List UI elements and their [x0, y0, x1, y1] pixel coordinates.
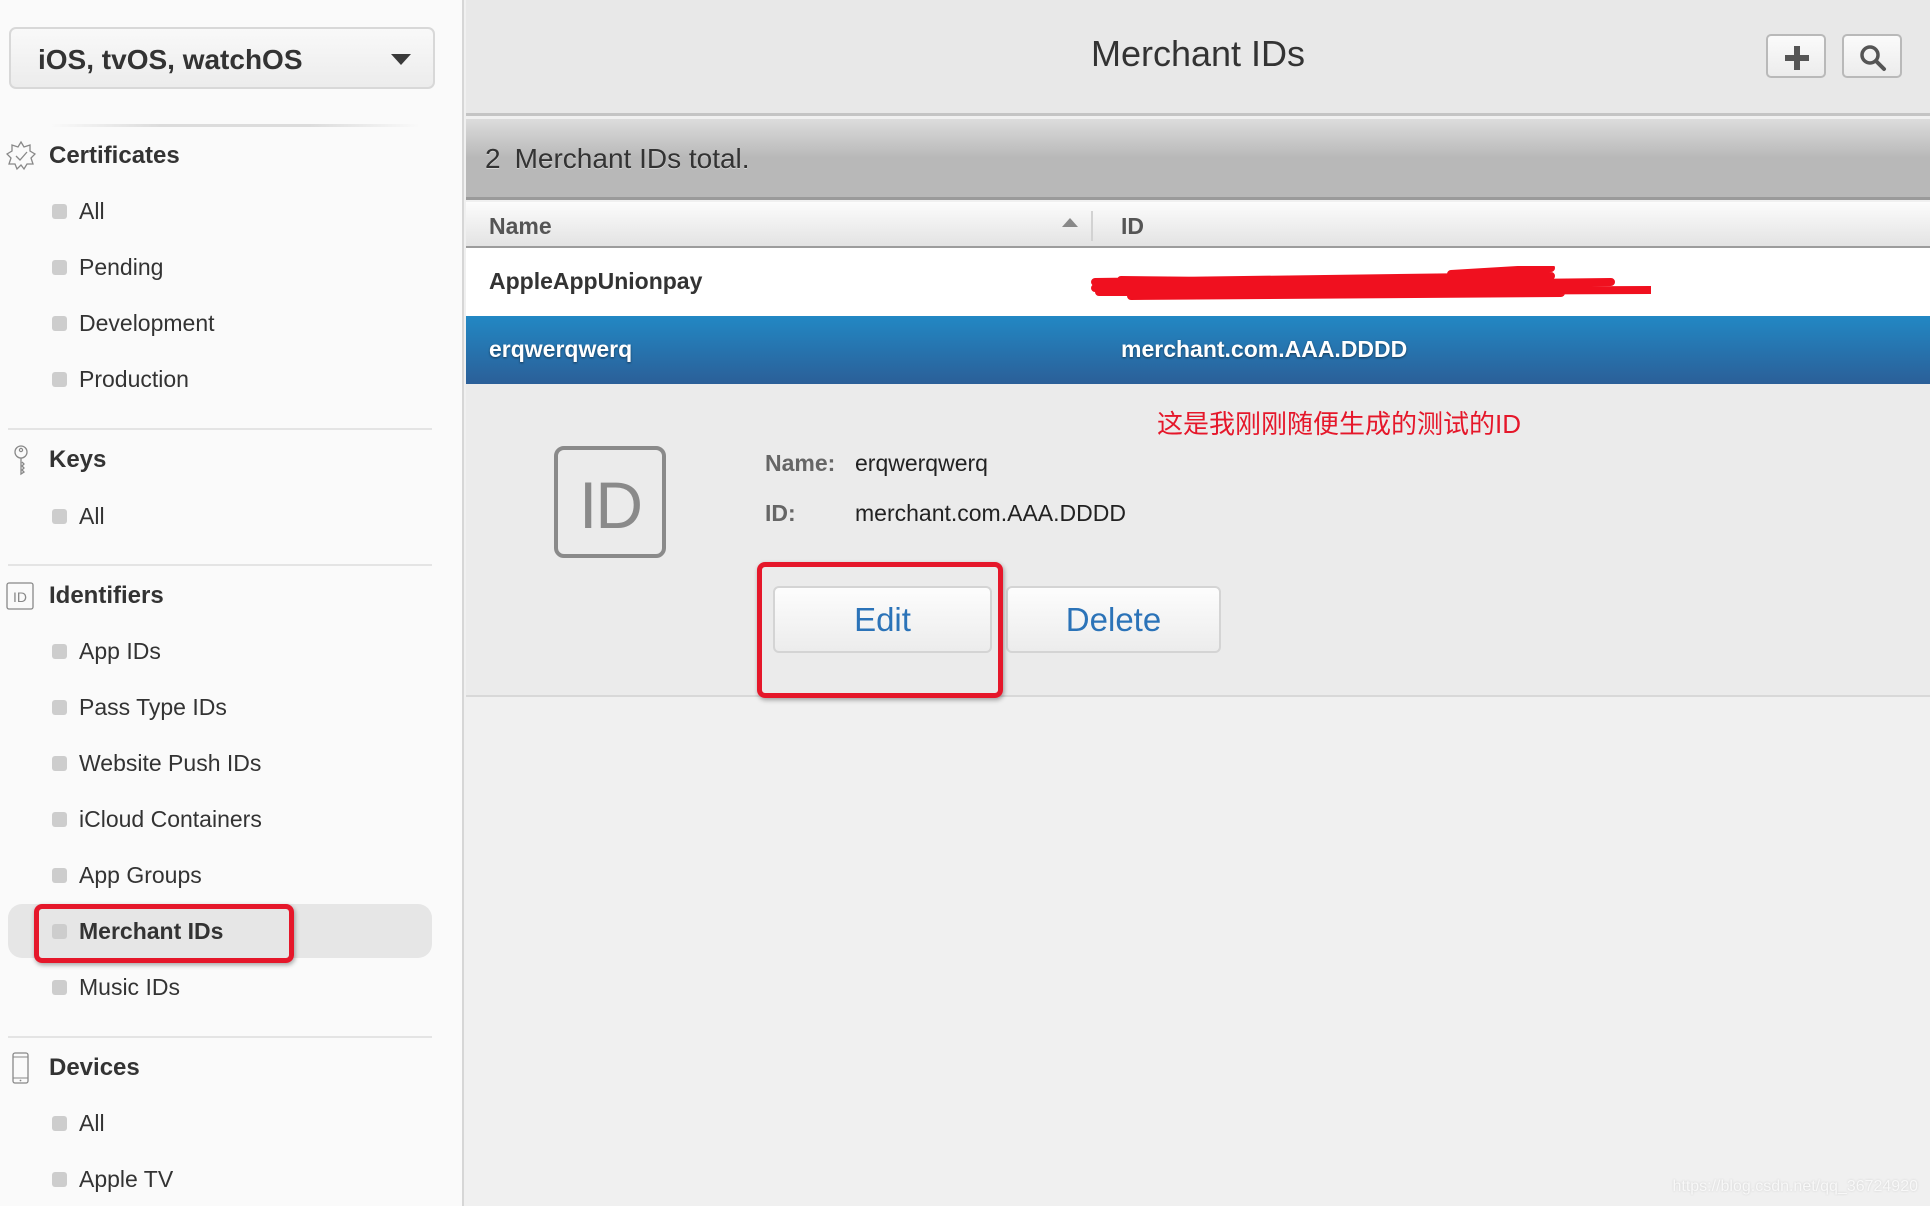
- sidebar-item-website-push-ids[interactable]: Website Push IDs: [8, 736, 432, 790]
- sidebar-item-label: All: [79, 198, 105, 224]
- sidebar-item-label: iCloud Containers: [79, 806, 262, 832]
- section-certificates: Certificates: [0, 136, 440, 176]
- id-label: ID:: [765, 500, 796, 526]
- delete-button-label: Delete: [1065, 601, 1162, 638]
- id-badge-text: ID: [579, 468, 643, 542]
- sidebar-item-production[interactable]: Production: [8, 352, 432, 406]
- sidebar-item-label: App IDs: [79, 638, 161, 664]
- search-button[interactable]: [1842, 34, 1902, 78]
- sort-ascending-icon[interactable]: [1062, 218, 1078, 227]
- sidebar-item-keys-all[interactable]: All: [8, 489, 432, 543]
- sidebar-item-merchant-ids[interactable]: Merchant IDs: [8, 904, 432, 958]
- edit-button[interactable]: Edit: [773, 586, 992, 653]
- section-identifiers: ID Identifiers: [0, 576, 440, 616]
- section-title: Identifiers: [49, 582, 164, 609]
- bullet: [52, 980, 67, 995]
- table-row-selected[interactable]: erqwerqwerq merchant.com.AAA.DDDD: [466, 316, 1930, 384]
- platform-select[interactable]: iOS, tvOS, watchOS: [9, 27, 435, 89]
- chevron-down-icon: [391, 54, 411, 65]
- sidebar-item-music-ids[interactable]: Music IDs: [8, 960, 432, 1014]
- sidebar-item-app-ids[interactable]: App IDs: [8, 624, 432, 678]
- sidebar: iOS, tvOS, watchOS Certificates All Pend…: [0, 0, 464, 1206]
- redaction-scribble: [1091, 266, 1651, 300]
- section-title: Keys: [49, 446, 107, 473]
- bullet: [52, 316, 67, 331]
- annotation-text: 这是我刚刚随便生成的测试的ID: [1157, 409, 1522, 439]
- cell-name: AppleAppUnionpay: [489, 268, 703, 294]
- sidebar-item-label: Website Push IDs: [79, 750, 262, 776]
- bullet: [52, 1172, 67, 1187]
- cell-name: erqwerqwerq: [489, 336, 633, 362]
- bullet: [52, 509, 67, 524]
- sidebar-item-label: Production: [79, 366, 189, 392]
- column-divider[interactable]: [1091, 211, 1093, 241]
- toolbar: Merchant IDs: [466, 0, 1930, 116]
- sidebar-item-icloud-containers[interactable]: iCloud Containers: [8, 792, 432, 846]
- section-title: Certificates: [49, 142, 180, 169]
- bullet: [52, 812, 67, 827]
- device-phone-icon: [12, 1052, 29, 1084]
- section-devices: Devices: [0, 1048, 440, 1088]
- platform-select-value: iOS, tvOS, watchOS: [38, 44, 303, 75]
- section-keys: Keys: [0, 440, 440, 480]
- id-badge-icon: ID: [554, 446, 666, 558]
- total-count: 2: [485, 143, 501, 174]
- sidebar-item-label: App Groups: [79, 862, 202, 888]
- id-icon: ID: [6, 582, 34, 610]
- bullet: [52, 644, 67, 659]
- name-value: erqwerqwerq: [855, 450, 988, 476]
- bullet: [52, 756, 67, 771]
- divider: [50, 124, 420, 127]
- sidebar-item-label: Apple TV: [79, 1166, 174, 1192]
- total-count-bar: 2 Merchant IDs total.: [466, 119, 1930, 200]
- add-button[interactable]: [1766, 34, 1826, 78]
- cell-id: merchant.com.AAA.DDDD: [1121, 336, 1408, 362]
- column-header-name[interactable]: Name: [489, 213, 552, 240]
- bullet: [52, 868, 67, 883]
- sidebar-item-devices-all[interactable]: All: [8, 1096, 432, 1150]
- divider: [8, 564, 432, 566]
- bullet: [52, 924, 67, 939]
- divider: [8, 1036, 432, 1038]
- bullet: [52, 260, 67, 275]
- section-title: Devices: [49, 1054, 140, 1081]
- svg-text:ID: ID: [13, 589, 27, 605]
- delete-button[interactable]: Delete: [1006, 586, 1221, 653]
- search-icon: [1860, 45, 1886, 71]
- total-label: Merchant IDs total.: [514, 143, 750, 174]
- id-value: merchant.com.AAA.DDDD: [855, 500, 1126, 526]
- certificate-badge-icon: [6, 140, 36, 171]
- sidebar-item-label: Pending: [79, 254, 164, 280]
- divider: [8, 428, 432, 430]
- name-label: Name:: [765, 450, 836, 476]
- sidebar-item-label: Music IDs: [79, 974, 180, 1000]
- bullet: [52, 204, 67, 219]
- detail-panel: ID 这是我刚刚随便生成的测试的ID Name: erqwerqwerq ID:…: [466, 384, 1930, 698]
- sidebar-item-pass-type-ids[interactable]: Pass Type IDs: [8, 680, 432, 734]
- bullet: [52, 700, 67, 715]
- plus-icon: [1785, 46, 1809, 70]
- table-header: Name ID: [466, 202, 1930, 248]
- sidebar-item-apple-tv[interactable]: Apple TV: [8, 1152, 432, 1206]
- sidebar-item-app-groups[interactable]: App Groups: [8, 848, 432, 902]
- sidebar-item-label: All: [79, 1110, 105, 1136]
- sidebar-item-certificates-all[interactable]: All: [8, 184, 432, 238]
- sidebar-item-pending[interactable]: Pending: [8, 240, 432, 294]
- bullet: [52, 1116, 67, 1131]
- page-title: Merchant IDs: [1090, 33, 1306, 74]
- bullet: [52, 372, 67, 387]
- watermark: https://blog.csdn.net/qq_36724920: [1672, 1178, 1918, 1195]
- sidebar-item-label: Pass Type IDs: [79, 694, 227, 720]
- sidebar-item-development[interactable]: Development: [8, 296, 432, 350]
- column-header-id[interactable]: ID: [1121, 213, 1144, 240]
- sidebar-item-label: Merchant IDs: [79, 918, 224, 944]
- table-row[interactable]: AppleAppUnionpay: [466, 248, 1930, 316]
- edit-button-label: Edit: [854, 601, 911, 638]
- sidebar-item-label: Development: [79, 310, 215, 336]
- sidebar-item-label: All: [79, 503, 105, 529]
- main-content: Merchant IDs 2 Merchant IDs total. Name I…: [466, 0, 1930, 1206]
- key-icon: [14, 445, 28, 476]
